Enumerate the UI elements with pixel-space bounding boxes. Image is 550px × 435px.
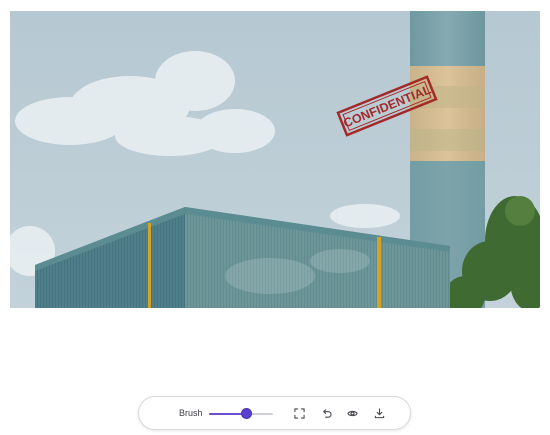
brush-label: Brush	[179, 408, 203, 418]
image-canvas[interactable]: CONFIDENTIAL	[10, 11, 540, 308]
eye-icon	[346, 408, 358, 419]
fit-to-screen-button[interactable]	[291, 405, 307, 421]
download-button[interactable]	[371, 405, 387, 421]
industrial-photo: CONFIDENTIAL	[10, 11, 540, 308]
undo-icon	[321, 408, 332, 419]
slider-thumb[interactable]	[240, 408, 252, 419]
brush-size-slider[interactable]	[209, 407, 273, 421]
editor-page: CONFIDENTIAL Brush	[0, 0, 550, 435]
brush-toolbar: Brush	[138, 396, 411, 430]
undo-button[interactable]	[318, 405, 334, 421]
expand-icon	[293, 407, 305, 419]
download-icon	[374, 407, 385, 419]
preview-button[interactable]	[344, 405, 360, 421]
